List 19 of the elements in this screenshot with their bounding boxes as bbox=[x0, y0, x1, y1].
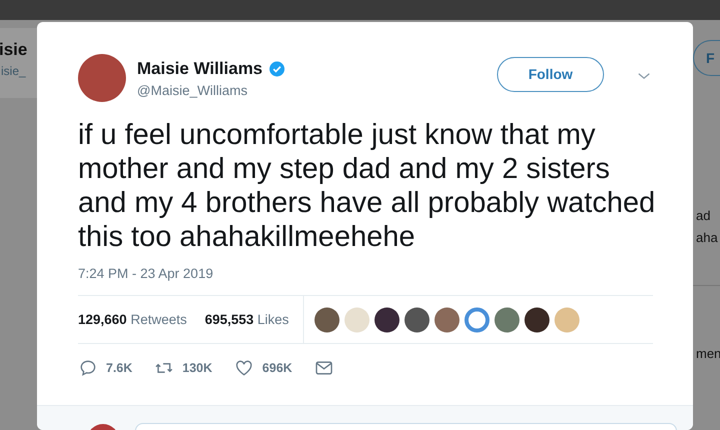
author-handle[interactable]: @Maisie_Williams bbox=[137, 82, 486, 98]
liker-avatars-drawing[interactable] bbox=[314, 306, 580, 334]
like-button[interactable]: 696K bbox=[234, 358, 292, 378]
background-follow-button[interactable]: F bbox=[693, 40, 720, 76]
stat-link[interactable]: 129,660 Retweets bbox=[78, 312, 187, 327]
reply-icon bbox=[78, 358, 98, 378]
heart-icon bbox=[234, 358, 254, 378]
tweet-text: if u feel uncomfortable just know that my mother and my step dad and my 2 sisters and my 4 brothers have all probably watched this too ahahakillmeehehe bbox=[78, 118, 656, 254]
background-profile-handle: isie_ bbox=[1, 64, 26, 78]
tweet-timestamp[interactable]: 7:24 PM - 23 Apr 2019 bbox=[78, 266, 653, 281]
avatar-photo[interactable] bbox=[78, 54, 126, 102]
reply-button[interactable]: 7.6K bbox=[78, 358, 132, 378]
background-tweet-text: ad bbox=[696, 207, 712, 225]
follow-button[interactable]: Follow bbox=[497, 56, 604, 92]
stat-link[interactable]: 695,553 Likes bbox=[204, 312, 289, 327]
background-profile-name: isie bbox=[0, 40, 28, 60]
retweet-button[interactable]: 130K bbox=[154, 358, 212, 378]
background-tweet-text: aha bbox=[696, 229, 719, 247]
author-name[interactable]: Maisie Williams bbox=[137, 58, 263, 78]
